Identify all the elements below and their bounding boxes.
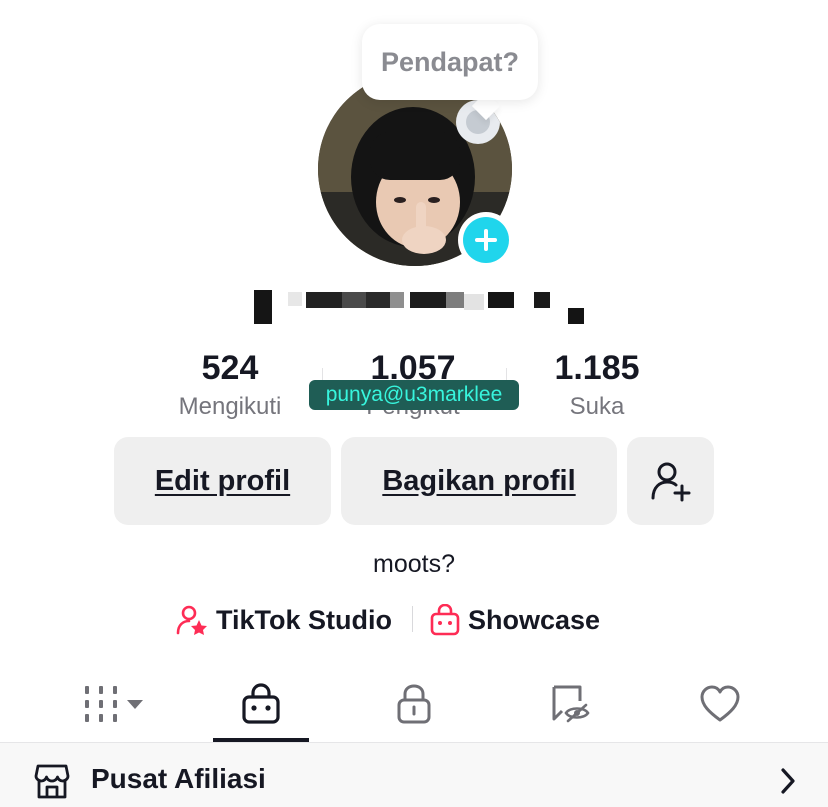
chevron-right-icon <box>781 768 795 794</box>
likes-label: Suka <box>569 393 625 420</box>
following-label: Mengikuti <box>178 393 282 420</box>
likes-stat[interactable]: 1.185 Suka <box>497 348 697 424</box>
likes-count: 1.185 <box>554 349 640 387</box>
link-divider <box>412 606 413 632</box>
add-avatar-button[interactable] <box>458 212 514 268</box>
store-icon <box>34 764 70 799</box>
profile-bio: moots? <box>373 550 455 578</box>
shopping-bag-icon <box>242 683 280 724</box>
showcase-link[interactable]: Showcase <box>430 598 600 642</box>
username-redacted <box>250 286 590 326</box>
find-friends-button[interactable] <box>627 437 714 525</box>
edit-profile-button[interactable]: Edit profil <box>114 437 331 525</box>
studio-icon <box>176 605 207 635</box>
following-stat[interactable]: 524 Mengikuti <box>130 348 330 424</box>
affiliate-center-row[interactable]: Pusat Afiliasi <box>0 743 828 807</box>
grid-icon <box>85 686 143 722</box>
lock-icon <box>397 684 431 724</box>
following-count: 524 <box>201 349 259 387</box>
shopping-bag-icon <box>430 604 460 636</box>
heart-icon <box>700 685 740 722</box>
reposts-tab[interactable] <box>530 668 610 740</box>
share-profile-button[interactable]: Bagikan profil <box>341 437 617 525</box>
studio-label: TikTok Studio <box>216 604 393 635</box>
plus-icon <box>475 229 497 251</box>
affiliate-label: Pusat Afiliasi <box>91 763 266 794</box>
tiktok-studio-link[interactable]: TikTok Studio <box>176 598 392 642</box>
private-tab[interactable] <box>374 668 454 740</box>
hidden-tag-icon <box>552 685 590 723</box>
add-friend-icon <box>651 462 690 502</box>
showcase-label: Showcase <box>468 604 601 635</box>
shop-tab[interactable] <box>213 668 309 740</box>
opinion-tooltip[interactable]: Pendapat? <box>362 24 538 100</box>
liked-tab[interactable] <box>680 668 760 740</box>
grid-tab[interactable] <box>70 668 150 740</box>
watermark-overlay: punya@u3marklee <box>309 380 519 410</box>
